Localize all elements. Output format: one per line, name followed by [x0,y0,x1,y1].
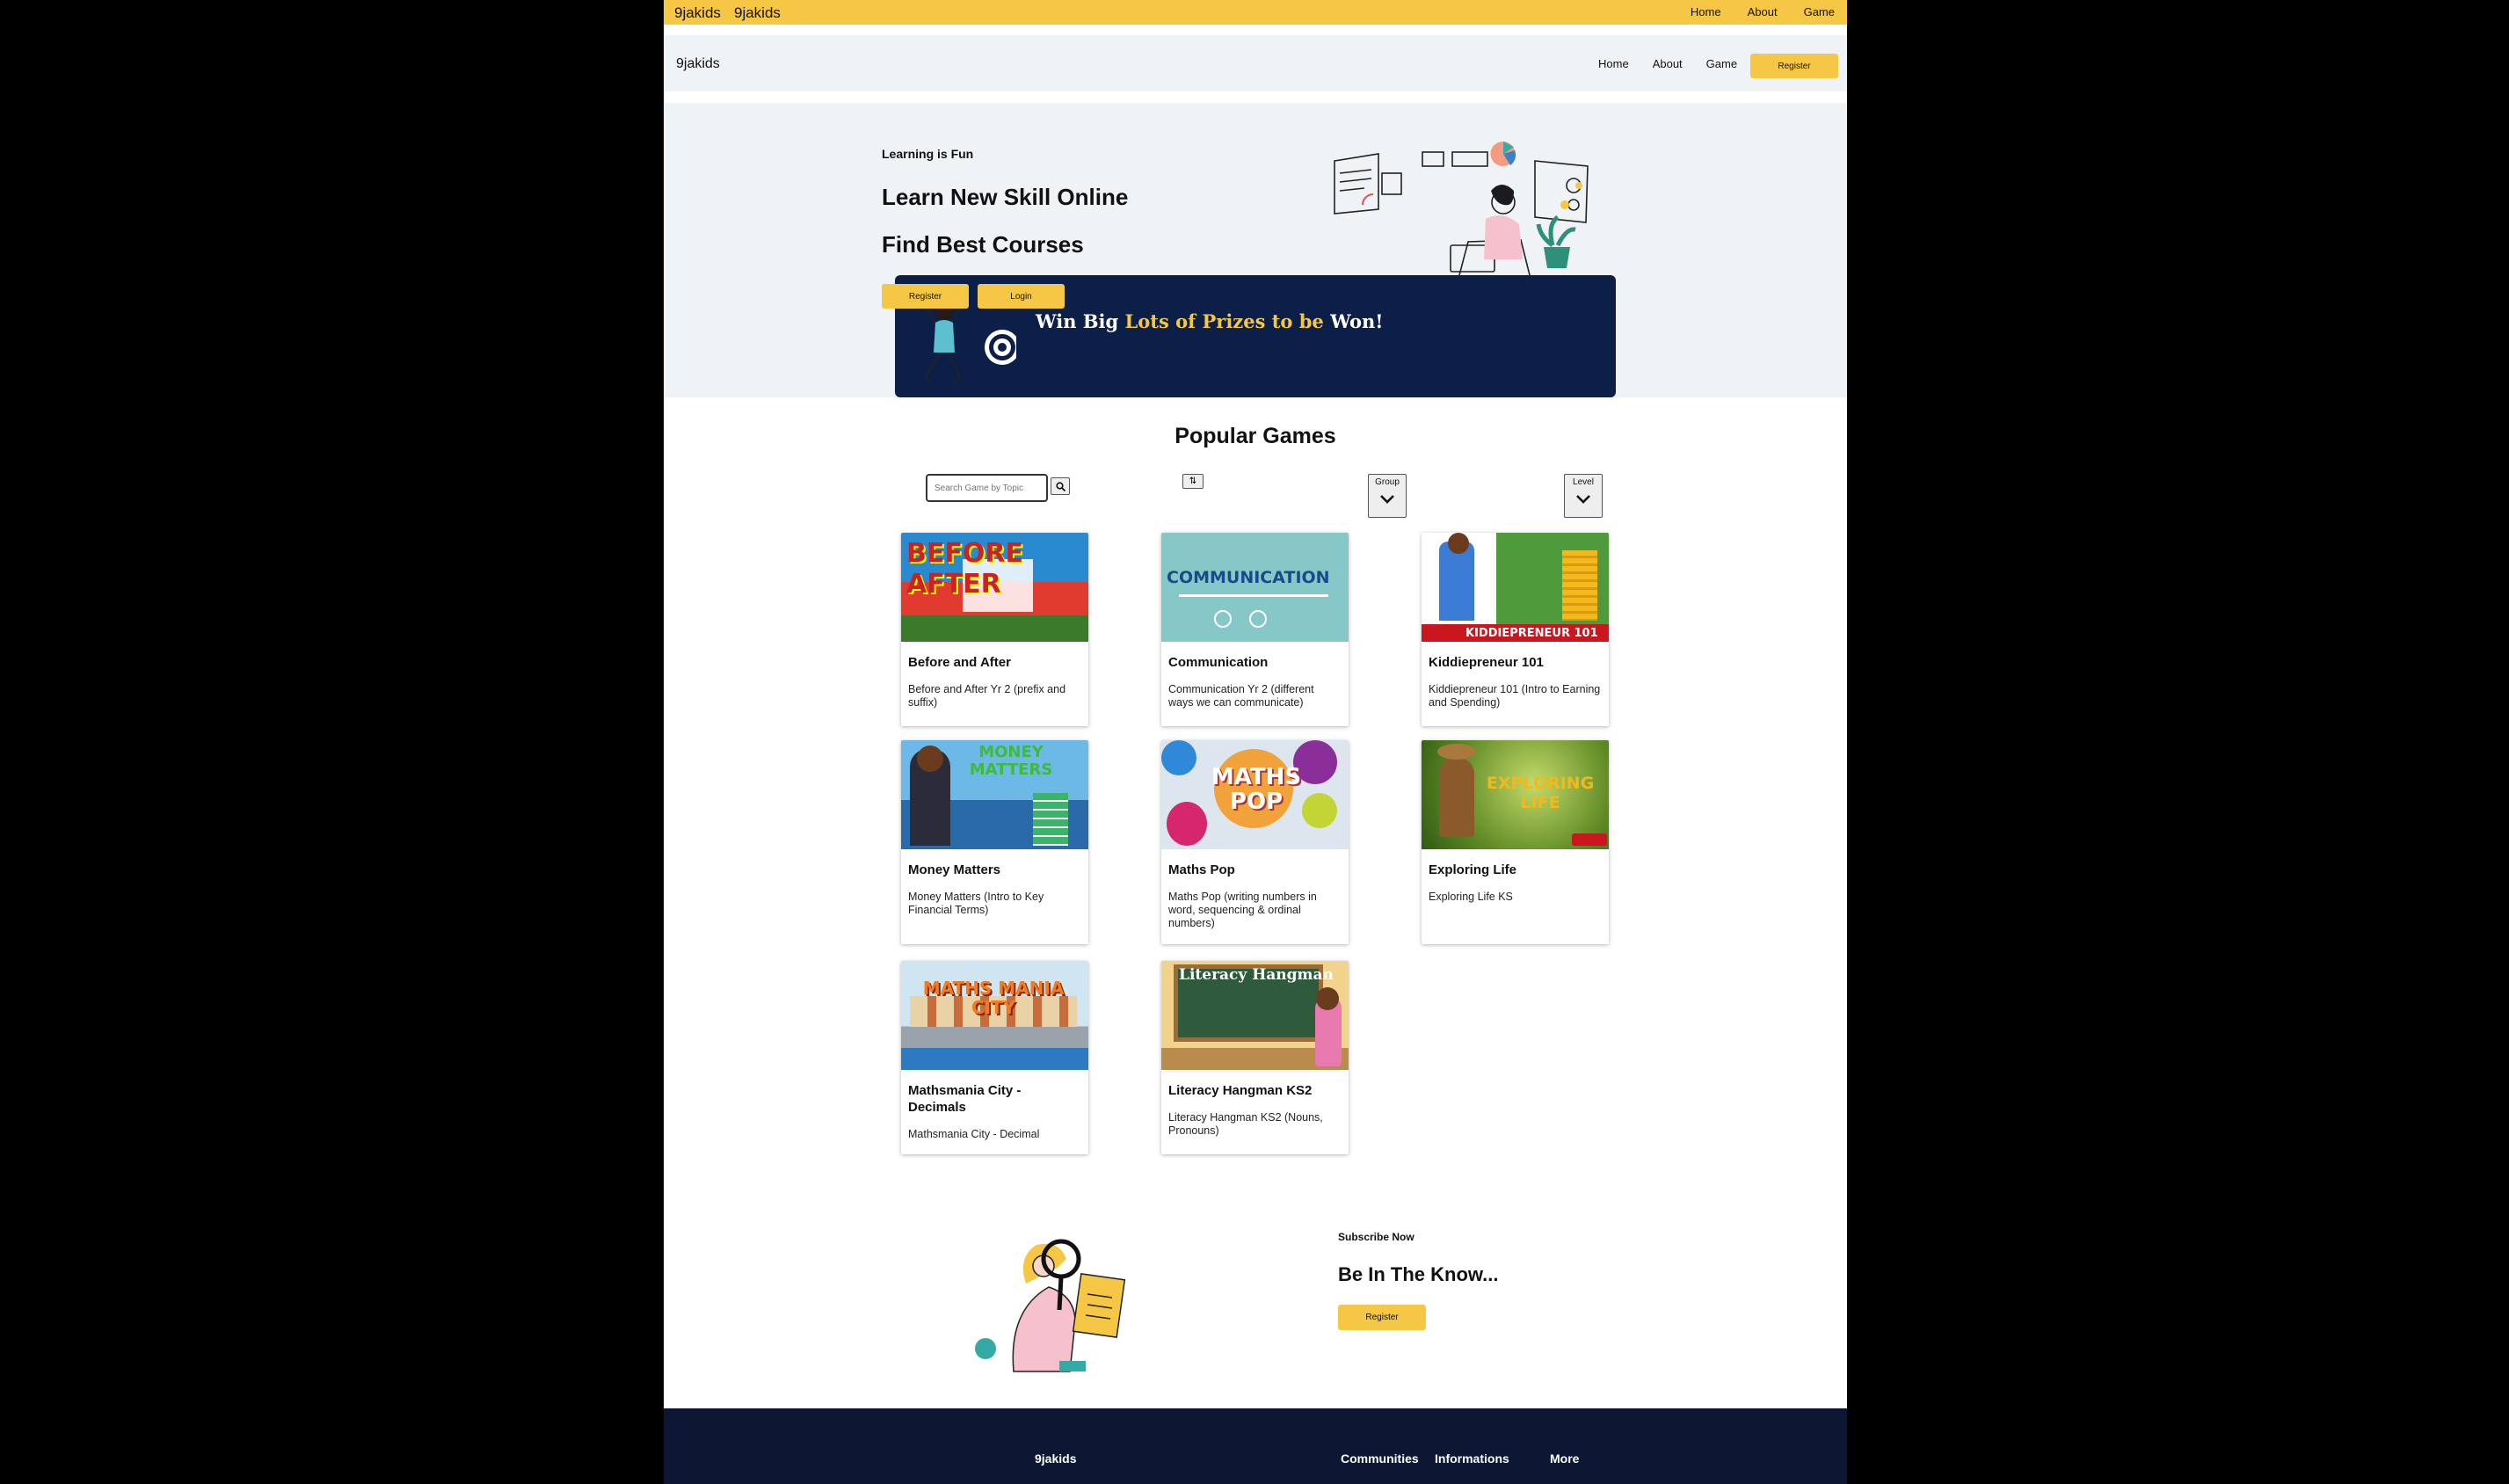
level-dropdown-label: Level [1573,477,1594,487]
game-title[interactable]: Maths Pop [1161,849,1349,878]
hero-tagline: Learning is Fun [882,147,974,161]
hero-headline-1: Learn New Skill Online [882,184,1129,210]
hero-register-button[interactable]: Register [882,284,969,309]
hero-illustration [1334,142,1589,275]
game-description: Exploring Life KS [1429,891,1513,903]
game-title[interactable]: Kiddiepreneur 101 [1422,642,1609,671]
sort-toggle-button[interactable]: ⇅ [1182,474,1204,489]
chevron-down-icon [1576,495,1590,504]
footer-communities[interactable]: Communities [1341,1451,1419,1466]
game-title[interactable]: Exploring Life [1422,849,1609,878]
top-nav-game[interactable]: Game [1804,5,1835,18]
search-button[interactable] [1051,477,1070,495]
hero-section: Learning is Fun Learn New Skill Online F… [664,103,1847,397]
game-description: Maths Pop (writing numbers in word, sequ… [1168,891,1317,929]
thumbnail-text: COMMUNICATION [1167,568,1330,587]
main-header: 9jakids Home About Game Register [664,35,1847,91]
hero-login-button[interactable]: Login [978,284,1065,309]
game-thumbnail[interactable]: EXPLORING LIFE [1422,740,1609,849]
header-nav-home[interactable]: Home [1598,57,1629,70]
footer-more[interactable]: More [1550,1451,1579,1466]
banner-text-a: Win Big [1036,310,1125,332]
thumbnail-text: MATHS POP [1211,764,1302,815]
header-brand[interactable]: 9jakids [676,56,720,72]
footer-informations[interactable]: Informations [1435,1451,1509,1466]
game-thumbnail[interactable]: KIDDIEPRENEUR 101 [1422,533,1609,642]
top-nav: Home About Game [1691,5,1835,18]
game-card-mathsmania-city[interactable]: MATHS MANIA CITY Mathsmania City - Decim… [901,961,1088,1154]
group-dropdown-label: Group [1375,477,1400,487]
subscribe-tagline: Subscribe Now [1338,1231,1414,1243]
popular-games-title: Popular Games [1175,424,1336,448]
header-register-button[interactable]: Register [1750,54,1838,78]
footer: 9jakids Communities Informations More [664,1408,1847,1484]
page: 9jakids 9jakids Home About Game 9jakids … [664,0,1847,1484]
thumbnail-text: KIDDIEPRENEUR 101 [1465,627,1598,640]
game-thumbnail[interactable]: BEFORE AFTER [901,533,1088,642]
game-description: Communication Yr 2 (different ways we ca… [1168,683,1314,709]
game-title[interactable]: Before and After [901,642,1088,671]
game-card-communication[interactable]: COMMUNICATION Communication Communicatio… [1161,533,1349,726]
thumbnail-text: BEFORE AFTER [906,538,1023,600]
thumbnail-text: EXPLORING LIFE [1486,774,1595,812]
game-thumbnail[interactable]: MATHS MANIA CITY [901,961,1088,1070]
swap-icon: ⇅ [1189,476,1197,486]
group-dropdown[interactable]: Group [1368,474,1407,518]
banner-text: Win Big Lots of Prizes to be Won! [1036,310,1383,333]
game-card-kiddiepreneur[interactable]: KIDDIEPRENEUR 101 Kiddiepreneur 101 Kidd… [1422,533,1609,726]
header-nav: Home About Game [1598,57,1761,70]
top-bar: 9jakids 9jakids Home About Game [664,0,1847,25]
level-dropdown[interactable]: Level [1564,474,1603,518]
game-card-literacy-hangman[interactable]: Literacy Hangman Literacy Hangman KS2 Li… [1161,961,1349,1154]
game-card-exploring-life[interactable]: EXPLORING LIFE Exploring Life Exploring … [1422,740,1609,944]
game-description: Mathsmania City - Decimal [908,1128,1040,1140]
subscribe-illustration [975,1239,1126,1372]
game-card-before-and-after[interactable]: BEFORE AFTER Before and After Before and… [901,533,1088,726]
top-brand-2[interactable]: 9jakids [734,4,781,22]
banner-text-highlight: Lots of Prizes to be [1124,310,1324,332]
game-thumbnail[interactable]: MONEY MATTERS [901,740,1088,849]
hero-headline-2: Find Best Courses [882,231,1084,258]
subscribe-register-button[interactable]: Register [1338,1305,1426,1330]
game-description: Kiddiepreneur 101 (Intro to Earning and … [1429,683,1601,709]
game-description: Before and After Yr 2 (prefix and suffix… [908,683,1066,709]
footer-brand[interactable]: 9jakids [1035,1451,1076,1466]
thumbnail-text: MONEY MATTERS [969,743,1053,779]
header-nav-about[interactable]: About [1653,57,1683,70]
top-nav-about[interactable]: About [1748,5,1778,18]
game-title[interactable]: Mathsmania City - Decimals [901,1070,1088,1116]
game-description: Money Matters (Intro to Key Financial Te… [908,891,1044,916]
game-title[interactable]: Literacy Hangman KS2 [1161,1070,1349,1099]
thumbnail-text: MATHS MANIA CITY [922,978,1065,1018]
game-card-money-matters[interactable]: MONEY MATTERS Money Matters Money Matter… [901,740,1088,944]
top-nav-home[interactable]: Home [1691,5,1721,18]
game-description: Literacy Hangman KS2 (Nouns, Pronouns) [1168,1111,1323,1137]
game-title[interactable]: Communication [1161,642,1349,671]
game-search-input[interactable] [926,474,1048,502]
chevron-down-icon [1380,495,1394,504]
game-thumbnail[interactable]: Literacy Hangman [1161,961,1349,1070]
game-thumbnail[interactable]: COMMUNICATION [1161,533,1349,642]
game-card-maths-pop[interactable]: MATHS POP Maths Pop Maths Pop (writing n… [1161,740,1349,944]
subscribe-headline: Be In The Know... [1338,1263,1499,1285]
search-icon [1055,481,1065,491]
game-thumbnail[interactable]: MATHS POP [1161,740,1349,849]
thumbnail-text: Literacy Hangman [1179,966,1334,984]
game-title[interactable]: Money Matters [901,849,1088,878]
banner-text-b: Won! [1323,310,1384,332]
header-nav-game[interactable]: Game [1706,57,1737,70]
top-brand-1[interactable]: 9jakids [674,4,721,22]
